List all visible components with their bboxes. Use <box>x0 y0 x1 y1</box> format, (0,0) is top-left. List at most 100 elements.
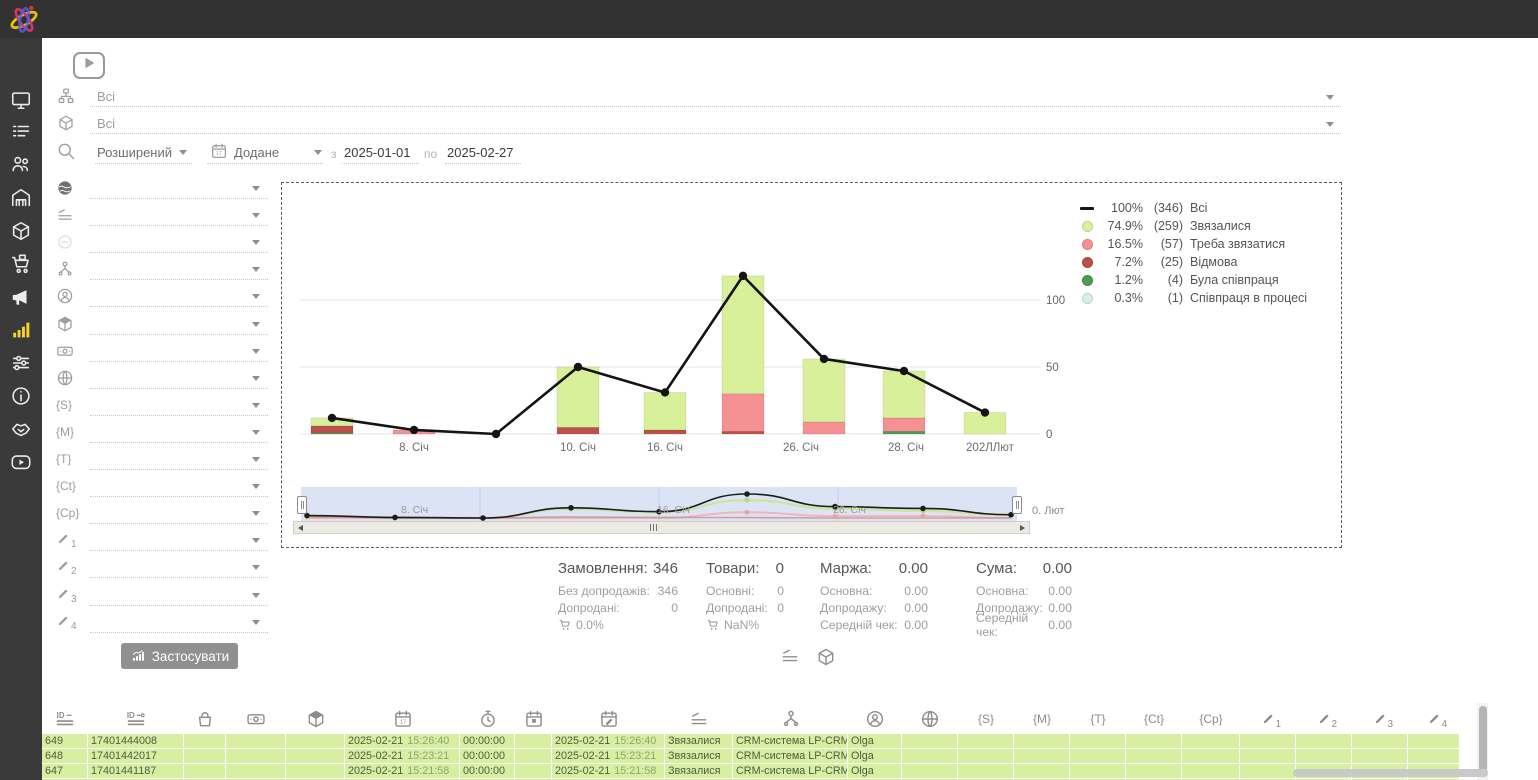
legend-item[interactable]: 100%(346)Всі <box>1080 199 1330 217</box>
stat-sub-value: 0.00 <box>904 601 928 615</box>
sidebar-item-orders[interactable] <box>10 121 32 143</box>
side-filter-brace-t[interactable]: {T} <box>56 448 268 472</box>
side-filter-user[interactable] <box>56 285 268 309</box>
legend-percent: 0.3% <box>1099 291 1143 305</box>
side-filter-source[interactable] <box>56 258 268 282</box>
side-filter-cube-filled[interactable] <box>56 313 268 337</box>
sidebar-item-info[interactable] <box>10 385 32 407</box>
column-header-calendar-box[interactable] <box>515 703 552 734</box>
column-header-pencil-1[interactable]: 1 <box>1240 703 1296 734</box>
table-horizontal-scrollbar[interactable] <box>1293 769 1488 777</box>
column-header-bag[interactable] <box>184 703 226 734</box>
chevron-down-icon <box>179 150 187 155</box>
calendar-edited-icon <box>599 709 619 729</box>
sidebar-item-warehouse[interactable] <box>10 187 32 209</box>
side-filter-world[interactable] <box>56 177 268 201</box>
side-filter-globe[interactable] <box>56 367 268 391</box>
column-header-payment[interactable] <box>226 703 286 734</box>
scrollbar-grip[interactable] <box>650 524 657 531</box>
sidebar-item-video-lessons[interactable] <box>10 451 32 473</box>
legend-item[interactable]: 74.9%(259)Звязалися <box>1080 217 1330 235</box>
side-filter-payment[interactable] <box>56 340 268 364</box>
column-header-pencil-2[interactable]: 2 <box>1296 703 1352 734</box>
side-filter-pencil-4[interactable]: 4 <box>56 611 268 635</box>
scroll-right-arrow[interactable] <box>1016 522 1029 533</box>
navigator-scrollbar[interactable] <box>293 521 1030 534</box>
side-filter-status[interactable] <box>56 204 268 228</box>
table-row[interactable]: 647174014411872025-02-2115:21:5800:00:00… <box>42 764 1460 779</box>
column-header-brace-ct[interactable]: {Ct} <box>1126 703 1182 734</box>
side-filter-brace-m[interactable]: {M} <box>56 421 268 445</box>
app-logo[interactable] <box>6 1 42 37</box>
svg-text:ID: ID <box>57 710 65 719</box>
column-header-cube-filled[interactable] <box>286 703 345 734</box>
column-header-globe[interactable] <box>902 703 958 734</box>
column-header-pencil-4[interactable]: 4 <box>1408 703 1460 734</box>
side-filter-pencil-1[interactable]: 1 <box>56 529 268 553</box>
date-to-input[interactable]: 2025-02-27 <box>447 145 514 160</box>
table-cell: CRM-система LP-CRM <box>733 734 848 749</box>
side-filter-pencil-2[interactable]: 2 <box>56 556 268 580</box>
products-toggle-icon[interactable] <box>816 647 836 667</box>
chevron-down-icon <box>252 240 260 245</box>
sidebar-item-statistics[interactable] <box>10 319 32 341</box>
video-help-button[interactable] <box>73 52 105 79</box>
legend-item[interactable]: 7.2%(25)Відмова <box>1080 253 1330 271</box>
sidebar-item-settings[interactable] <box>10 352 32 374</box>
table-cell: 2025-02-2115:23:21 <box>552 749 665 764</box>
cart-mini-icon <box>558 618 572 631</box>
search-mode-select[interactable]: Розширений <box>97 145 172 160</box>
scroll-left-arrow[interactable] <box>294 522 307 533</box>
svg-text:16. Січ: 16. Січ <box>647 442 683 454</box>
side-filter-brace-cp[interactable]: {Cp} <box>56 502 268 526</box>
crm-statistics-page: Всі Всі Розширений 17 Додане з 2025-01-0… <box>0 0 1538 780</box>
svg-text:202ЛЛют: 202ЛЛют <box>966 442 1015 454</box>
column-header-source[interactable] <box>733 703 848 734</box>
column-header-timer[interactable] <box>460 703 515 734</box>
apply-button[interactable]: Застосувати <box>121 643 238 669</box>
column-header-calendar-edited[interactable] <box>552 703 665 734</box>
side-filter-disabled[interactable] <box>56 231 268 255</box>
table-row[interactable]: 649174014440082025-02-2115:26:4000:00:00… <box>42 734 1460 749</box>
column-header-brace-m[interactable]: {M} <box>1014 703 1070 734</box>
column-header-brace-t[interactable]: {T} <box>1070 703 1126 734</box>
stat-sub-value: 0.00 <box>1048 618 1072 632</box>
cart-mini-icon <box>706 618 720 631</box>
date-field-select[interactable]: Додане <box>234 145 279 160</box>
filter-underline <box>90 198 268 199</box>
chevron-down-icon <box>1326 122 1334 127</box>
chart-navigator[interactable]: 8. Січ16. Січ26. Січ <box>301 487 1017 522</box>
table-row[interactable]: 648174014420172025-02-2115:23:2100:00:00… <box>42 749 1460 764</box>
column-header-order-id[interactable]: ID <box>88 703 184 734</box>
column-header-calendar-added[interactable]: 17 <box>345 703 460 734</box>
legend-item[interactable]: 16.5%(57)Треба звязатися <box>1080 235 1330 253</box>
column-header-pencil-3[interactable]: 3 <box>1352 703 1408 734</box>
sidebar-item-dashboard[interactable] <box>10 89 32 111</box>
sidebar-item-products[interactable] <box>10 220 32 242</box>
side-filter-brace-ct[interactable]: {Ct} <box>56 475 268 499</box>
navigator-left-handle[interactable] <box>297 496 307 514</box>
filter-underline <box>90 252 268 253</box>
column-header-user[interactable] <box>848 703 902 734</box>
date-from-input[interactable]: 2025-01-01 <box>344 145 411 160</box>
category-filter[interactable]: Всі <box>97 89 115 104</box>
side-filter-brace-s[interactable]: {S} <box>56 394 268 418</box>
column-header-status[interactable] <box>665 703 733 734</box>
sidebar-item-clients[interactable] <box>10 153 32 175</box>
column-header-brace-s[interactable]: {S} <box>958 703 1014 734</box>
column-header-id[interactable]: ID <box>42 703 88 734</box>
navigator-right-handle[interactable] <box>1012 496 1022 514</box>
side-filter-pencil-3[interactable]: 3 <box>56 584 268 608</box>
legend-item[interactable]: 0.3%(1)Співпраця в процесі <box>1080 289 1330 307</box>
status-list-toggle-icon[interactable] <box>779 646 801 666</box>
column-header-brace-cp[interactable]: {Cp} <box>1182 703 1240 734</box>
sidebar-item-shipping[interactable] <box>10 253 32 275</box>
table-cell: 2025-02-2115:26:40 <box>552 734 665 749</box>
legend-count: (57) <box>1143 237 1183 251</box>
sidebar-item-partners[interactable] <box>10 418 32 440</box>
sidebar-item-marketing[interactable] <box>10 286 32 308</box>
table-cell: 00:00:00 <box>460 749 515 764</box>
legend-item[interactable]: 1.2%(4)Була співпраця <box>1080 271 1330 289</box>
product-filter[interactable]: Всі <box>97 116 115 131</box>
handshake-icon <box>10 418 32 440</box>
